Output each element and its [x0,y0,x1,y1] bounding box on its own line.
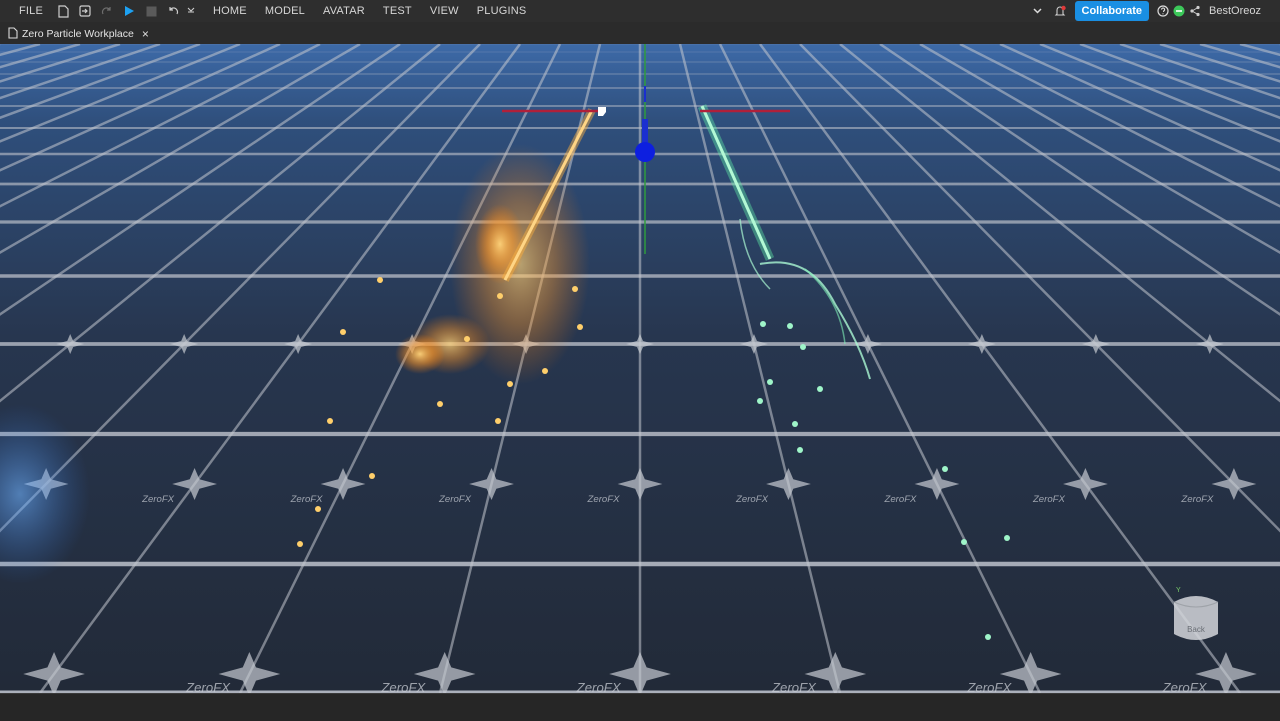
share-icon[interactable] [1187,0,1203,22]
fire-spark [377,277,383,283]
fire-spark [495,418,501,424]
menu-test[interactable]: TEST [374,5,421,17]
close-icon[interactable]: × [142,27,149,41]
floor-logo-text: ZeroFX [883,494,917,505]
svg-text:Y: Y [1176,587,1181,594]
fire-spark [542,368,548,374]
floor-logo-text: ZeroFX [141,494,175,505]
floor-logo-text: ZeroFX [576,680,622,693]
energy-spark [800,344,806,350]
document-icon [8,26,18,42]
team-create-status-icon[interactable] [1171,0,1187,22]
floor-logo-text: ZeroFX [771,680,817,693]
fire-spark [297,541,303,547]
open-file-icon[interactable] [74,0,96,22]
energy-spark [942,466,948,472]
right-toolbar: Collaborate BestOreoz [1027,0,1280,22]
floor-logo-text: ZeroFX [1162,680,1208,693]
energy-spark [961,539,967,545]
energy-spark [797,447,803,453]
floor-logo-text: ZeroFX [735,494,769,505]
tab-workplace[interactable]: Zero Particle Workplace × [8,24,149,44]
fire-spark [497,293,503,299]
new-file-icon[interactable] [52,0,74,22]
energy-spark [817,386,823,392]
collaborate-button[interactable]: Collaborate [1074,1,1150,21]
more-icon[interactable] [184,0,198,22]
fire-spark [577,324,583,330]
menu-avatar[interactable]: AVATAR [314,5,374,17]
menu-plugins[interactable]: PLUGINS [468,5,536,17]
undo-icon[interactable] [162,0,184,22]
floor-logo-text: ZeroFX [438,494,472,505]
energy-spark [1004,535,1010,541]
floor-logo-text: ZeroFX [185,680,231,693]
energy-spark [792,421,798,427]
play-icon[interactable] [118,0,140,22]
fire-spark [437,401,443,407]
energy-spark [757,398,763,404]
menu-view[interactable]: VIEW [421,5,468,17]
fire-spark [464,336,470,342]
energy-spark [760,321,766,327]
menu-model[interactable]: MODEL [256,5,314,17]
menu-home[interactable]: HOME [204,5,256,17]
floor-logo-text: ZeroFX [966,680,1012,693]
notification-icon[interactable] [1049,0,1071,22]
fire-spark [315,506,321,512]
floor-logo-text: ZeroFX [1032,494,1066,505]
redo-icon[interactable] [96,0,118,22]
chevron-down-icon[interactable] [1027,0,1049,22]
menu-bar: FILE HOME MODEL AVATAR TEST VIEW PLUGINS [0,0,1280,22]
view-cube-label: Back [1187,625,1206,634]
status-bar [0,693,1280,721]
fire-spark [369,473,375,479]
floor-logo-text: ZeroFX [290,494,324,505]
username[interactable]: BestOreoz [1209,5,1261,17]
tab-bar: Zero Particle Workplace × [0,22,1280,45]
fire-spark [572,286,578,292]
3d-viewport[interactable]: ZeroFX ZeroFX ZeroFX ZeroFX ZeroFX ZeroFX Zero… [0,44,1280,693]
scene-render: ZeroFX ZeroFX ZeroFX ZeroFX ZeroFX ZeroFX Zero… [0,44,1280,693]
help-icon[interactable] [1155,0,1171,22]
fire-spark [340,329,346,335]
menu-group: FILE HOME MODEL AVATAR TEST VIEW PLUGINS [10,0,535,22]
energy-spark [787,323,793,329]
file-menu[interactable]: FILE [10,5,52,17]
stop-icon[interactable] [140,0,162,22]
floor-logo-text: ZeroFX [1180,494,1214,505]
energy-spark [767,379,773,385]
floor-logo-text: ZeroFX [587,494,621,505]
energy-spark [985,634,991,640]
floor-logo-text: ZeroFX [380,680,426,693]
tab-label: Zero Particle Workplace [22,28,134,40]
fire-spark [507,381,513,387]
fire-spark [327,418,333,424]
